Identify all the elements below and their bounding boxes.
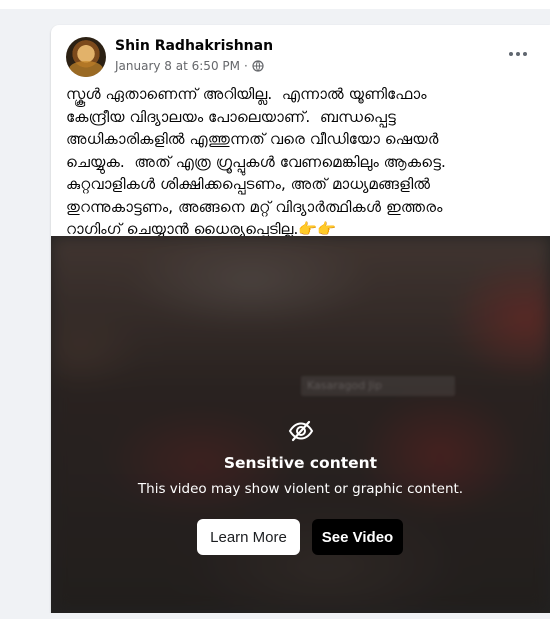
see-video-button[interactable]: See Video xyxy=(312,519,403,555)
ellipsis-icon xyxy=(509,52,513,56)
post-text: സ്കൂൾ ഏതാണെന്ന് അറിയില്ല. എന്നാൽ യൂണിഫോം… xyxy=(66,83,541,241)
more-options-button[interactable] xyxy=(503,42,533,66)
post-text-line: കേന്ദ്രീയ വിദ്യാലയം പോലെയാണ്. ബന്ധപ്പെട്… xyxy=(66,107,396,126)
post-card: Shin Radhakrishnan January 8 at 6:50 PM … xyxy=(51,25,550,613)
sensitive-content-description: This video may show violent or graphic c… xyxy=(137,481,464,497)
post-text-line: ചെയ്യുക. അത് എത്ര ഗ്രൂപ്പുകൾ വേണമെങ്കിലു… xyxy=(66,152,446,171)
post-header: Shin Radhakrishnan January 8 at 6:50 PM … xyxy=(51,25,550,85)
post-text-line: സ്കൂൾ ഏതാണെന്ന് അറിയില്ല. എന്നാൽ യൂണിഫോം xyxy=(66,85,427,103)
video-watermark: Kasaragod Jip xyxy=(301,376,455,396)
post-text-line: അധികാരികളിൽ എത്തുന്നത് വരെ വീഡിയോ ഷെയർ xyxy=(66,130,439,148)
post-meta: January 8 at 6:50 PM · xyxy=(115,59,264,73)
sensitive-content-title: Sensitive content xyxy=(223,454,378,472)
meta-separator: · xyxy=(243,59,248,73)
post-text-line: തുറന്നുകാട്ടണം, അങ്ങനെ മറ്റ് വിദ്യാർത്ഥി… xyxy=(66,197,443,216)
page-bottom xyxy=(0,613,550,619)
avatar[interactable] xyxy=(66,37,106,77)
eye-slash-icon xyxy=(288,420,314,442)
post-text-line: കുറ്റവാളികൾ ശിക്ഷിക്കപ്പെടണം, അത് മാധ്യമ… xyxy=(66,175,431,193)
globe-icon[interactable] xyxy=(252,60,264,72)
learn-more-button[interactable]: Learn More xyxy=(197,519,300,555)
top-strip xyxy=(0,0,550,9)
author-name[interactable]: Shin Radhakrishnan xyxy=(115,38,273,54)
post-timestamp[interactable]: January 8 at 6:50 PM xyxy=(115,59,240,73)
video-cover[interactable]: Kasaragod Jip Sensitive content This vid… xyxy=(51,236,550,613)
